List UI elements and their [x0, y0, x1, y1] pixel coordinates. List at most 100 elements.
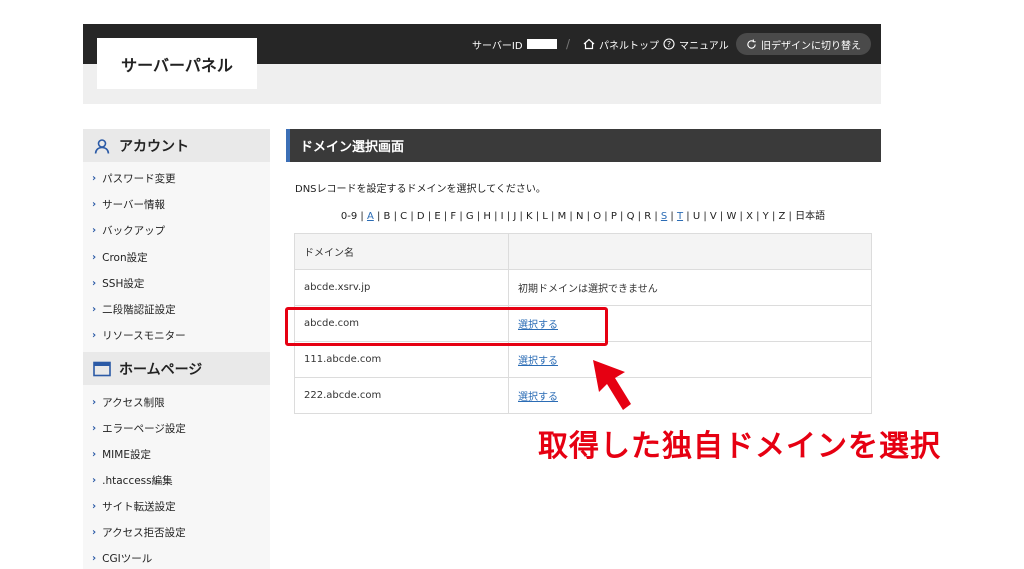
alpha-separator: | — [357, 211, 367, 222]
alpha-index-X: X — [746, 211, 753, 222]
chevron-right-icon: › — [92, 448, 97, 460]
alpha-separator: | — [440, 211, 451, 222]
domain-action-cell: 選択する — [508, 341, 872, 378]
select-domain-link[interactable]: 選択する — [518, 392, 558, 403]
domain-note: 初期ドメインは選択できません — [508, 269, 872, 306]
alpha-index-G: G — [465, 211, 474, 222]
domain-name: 222.abcde.com — [294, 377, 509, 414]
chevron-right-icon: › — [92, 198, 97, 210]
panel-top-link[interactable]: パネルトップ — [583, 24, 659, 64]
svg-text:?: ? — [667, 40, 671, 49]
chevron-right-icon: › — [92, 251, 97, 263]
sidebar-item-resource-monitor[interactable]: › リソースモニター — [92, 326, 186, 344]
alpha-separator: | — [736, 211, 747, 222]
alpha-separator: | — [651, 211, 661, 222]
sidebar-item-2fa[interactable]: › 二段階認証設定 — [92, 300, 176, 318]
sidebar-item-ssh[interactable]: › SSH設定 — [92, 274, 144, 292]
sidebar-item-backup[interactable]: › バックアップ — [92, 221, 165, 239]
sidebar-item-error-page[interactable]: › エラーページ設定 — [92, 419, 186, 437]
table-header-row: ドメイン名 — [294, 233, 872, 270]
chevron-right-icon: › — [92, 329, 97, 341]
alpha-separator: | — [768, 211, 779, 222]
sidebar-section-account: アカウント — [83, 129, 270, 162]
server-panel-logo[interactable]: サーバーパネル — [97, 38, 257, 89]
alpha-separator: | — [503, 211, 514, 222]
alpha-separator: | — [456, 211, 466, 222]
domain-name: 111.abcde.com — [294, 341, 509, 378]
annotation-text: 取得した独自ドメインを選択 — [538, 429, 941, 464]
server-id-mask — [526, 39, 557, 49]
alpha-index-H: H — [483, 211, 491, 222]
sidebar-item-cgi-tools[interactable]: › CGIツール — [92, 549, 152, 567]
alpha-index-V: V — [709, 211, 717, 222]
alpha-separator: | — [516, 211, 526, 222]
domain-name: abcde.xsrv.jp — [294, 269, 509, 306]
alpha-separator: | — [752, 211, 763, 222]
sidebar-item-access-deny[interactable]: › アクセス拒否設定 — [92, 523, 186, 541]
alpha-separator: | — [583, 211, 594, 222]
alpha-index-O: O — [593, 211, 602, 222]
alpha-index-0-9: 0-9 — [340, 211, 358, 222]
alpha-separator: | — [473, 211, 484, 222]
sidebar-item-server-info[interactable]: › サーバー情報 — [92, 195, 165, 213]
manual-link[interactable]: ? マニュアル — [663, 24, 729, 64]
alpha-separator: | — [700, 211, 710, 222]
alpha-separator: | — [785, 211, 796, 222]
user-icon — [93, 137, 111, 155]
sidebar-item-password[interactable]: › パスワード変更 — [92, 169, 176, 187]
chevron-right-icon: › — [92, 172, 97, 184]
window-icon — [93, 360, 111, 378]
chevron-right-icon: › — [92, 396, 97, 408]
old-design-button[interactable]: 旧デザインに切り替え — [736, 33, 871, 55]
sidebar-section-homepage: ホームページ — [83, 352, 270, 385]
alpha-separator: | — [716, 211, 727, 222]
refresh-icon — [747, 38, 756, 49]
alpha-separator: | — [490, 211, 501, 222]
alpha-separator: | — [424, 211, 435, 222]
sidebar-item-access-limit[interactable]: › アクセス制限 — [92, 393, 165, 411]
alpha-index-W: W — [726, 211, 737, 222]
select-domain-link[interactable]: 選択する — [518, 356, 558, 367]
alpha-separator: | — [683, 211, 693, 222]
alpha-separator: | — [547, 211, 558, 222]
sidebar-item-cron[interactable]: › Cron設定 — [92, 248, 148, 266]
alpha-separator: | — [373, 211, 384, 222]
table-row: 111.abcde.com 選択する — [294, 341, 872, 378]
highlight-box — [285, 307, 608, 346]
alpha-separator: | — [634, 211, 645, 222]
column-header-action — [508, 233, 872, 270]
alpha-index-D: D — [416, 211, 425, 222]
instruction-text: DNSレコードを設定するドメインを選択してください。 — [295, 184, 546, 195]
alpha-separator: | — [407, 211, 417, 222]
table-row: abcde.xsrv.jp 初期ドメインは選択できません — [294, 269, 872, 306]
alphabet-index: 0-9 | A | B | C | D | E | F | G | H | I … — [294, 207, 872, 222]
server-id: サーバーID — [472, 24, 557, 64]
alpha-separator: | — [616, 211, 627, 222]
column-header-domain: ドメイン名 — [294, 233, 509, 270]
chevron-right-icon: › — [92, 474, 97, 486]
table-row: 222.abcde.com 選択する — [294, 377, 872, 414]
sidebar-item-mime[interactable]: › MIME設定 — [92, 445, 151, 463]
chevron-right-icon: › — [92, 224, 97, 236]
annotation-arrow-icon — [593, 360, 631, 410]
header-separator: / — [566, 37, 571, 51]
alpha-separator: | — [566, 211, 576, 222]
chevron-right-icon: › — [92, 277, 97, 289]
alpha-separator: | — [390, 211, 401, 222]
sidebar-item-site-redirect[interactable]: › サイト転送設定 — [92, 497, 176, 515]
alpha-index-日本語: 日本語 — [795, 211, 826, 222]
alpha-index-M: M — [557, 211, 567, 222]
help-icon: ? — [663, 38, 675, 50]
chevron-right-icon: › — [92, 500, 97, 512]
alpha-index-A[interactable]: A — [367, 211, 374, 222]
chevron-right-icon: › — [92, 422, 97, 434]
alpha-separator: | — [601, 211, 611, 222]
domain-action-cell: 選択する — [508, 377, 872, 414]
chevron-right-icon: › — [92, 303, 97, 315]
alpha-separator: | — [532, 211, 543, 222]
sidebar-item-htaccess[interactable]: › .htaccess編集 — [92, 471, 173, 489]
home-icon — [583, 38, 595, 50]
alpha-separator: | — [667, 211, 677, 222]
chevron-right-icon: › — [92, 526, 97, 538]
page-title: ドメイン選択画面 — [286, 129, 881, 162]
